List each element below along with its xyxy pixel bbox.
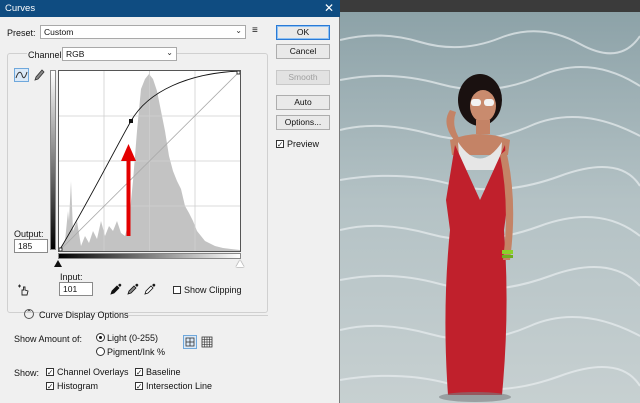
curve-display-options-label: Curve Display Options bbox=[39, 310, 129, 320]
cancel-button[interactable]: Cancel bbox=[276, 44, 330, 59]
channel-value: RGB bbox=[66, 49, 85, 59]
pigment-radio[interactable] bbox=[96, 347, 105, 356]
curve-endpoint-white bbox=[236, 71, 240, 75]
chevron-down-icon: ⌄ bbox=[235, 26, 242, 35]
curve-control-point bbox=[129, 119, 133, 123]
light-radio-label: Light (0-255) bbox=[107, 333, 159, 343]
show-clipping-label: Show Clipping bbox=[184, 285, 242, 295]
photo-canvas bbox=[340, 0, 640, 403]
curve-point-tool-icon[interactable] bbox=[14, 68, 29, 82]
output-label: Output: bbox=[14, 229, 44, 239]
preset-value: Custom bbox=[44, 27, 74, 37]
show-label: Show: bbox=[14, 368, 40, 378]
photo-illustration bbox=[340, 0, 640, 403]
title-bar: Curves ✕ bbox=[0, 0, 340, 17]
black-point-slider[interactable] bbox=[54, 260, 62, 267]
preview-checkbox[interactable]: ✓ bbox=[276, 140, 284, 148]
curve-graph-svg[interactable] bbox=[59, 71, 240, 251]
curves-dialog: Curves ✕ Preset: Custom ⌄ ≡ Channel: RGB… bbox=[0, 0, 340, 403]
input-label: Input: bbox=[60, 272, 83, 282]
window-title: Curves bbox=[5, 3, 36, 14]
top-dark-band bbox=[340, 0, 640, 12]
show-amount-label: Show Amount of: bbox=[14, 334, 83, 344]
intersection-line-checkbox[interactable]: ✓ bbox=[135, 382, 143, 390]
white-point-slider[interactable] bbox=[236, 260, 244, 267]
white-eyedropper-icon[interactable] bbox=[144, 283, 156, 295]
divider bbox=[128, 315, 268, 316]
output-gradient-bar bbox=[50, 70, 56, 250]
preview-label: Preview bbox=[287, 139, 320, 149]
chevron-down-icon: ⌄ bbox=[166, 48, 173, 57]
baseline-checkbox[interactable]: ✓ bbox=[135, 368, 143, 376]
curve-endpoint-black bbox=[59, 247, 63, 251]
pencil-tool-icon[interactable] bbox=[33, 68, 45, 82]
input-gradient-bar bbox=[58, 253, 241, 259]
gray-eyedropper-icon[interactable] bbox=[127, 283, 139, 295]
histogram-checkbox[interactable]: ✓ bbox=[46, 382, 54, 390]
channel-label: Channel: bbox=[27, 50, 66, 60]
preset-dropdown[interactable]: Custom ⌄ bbox=[40, 25, 246, 39]
channel-dropdown[interactable]: RGB ⌄ bbox=[62, 47, 177, 61]
histogram-label: Histogram bbox=[57, 381, 99, 391]
preset-menu-icon[interactable]: ≡ bbox=[252, 25, 258, 36]
show-clipping-checkbox[interactable] bbox=[173, 286, 181, 294]
output-field[interactable]: 185 bbox=[14, 239, 48, 253]
detailed-grid-icon[interactable] bbox=[201, 336, 213, 348]
light-radio[interactable] bbox=[96, 333, 105, 342]
channel-overlays-checkbox[interactable]: ✓ bbox=[46, 368, 54, 376]
curve-graph[interactable] bbox=[58, 70, 241, 252]
close-icon[interactable]: ✕ bbox=[324, 0, 334, 17]
preset-label: Preset: bbox=[7, 28, 36, 38]
baseline-label: Baseline bbox=[146, 367, 181, 377]
black-eyedropper-icon[interactable] bbox=[110, 283, 122, 295]
ok-button[interactable]: OK bbox=[276, 25, 330, 40]
smooth-button[interactable]: Smooth bbox=[276, 70, 330, 85]
collapse-toggle-icon[interactable]: ⌃ bbox=[24, 309, 34, 319]
options-button[interactable]: Options... bbox=[276, 115, 330, 130]
input-field[interactable]: 101 bbox=[59, 282, 93, 296]
pigment-radio-label: Pigment/Ink % bbox=[107, 347, 166, 357]
auto-button[interactable]: Auto bbox=[276, 95, 330, 110]
simple-grid-icon[interactable] bbox=[183, 335, 197, 349]
hand-adjust-icon[interactable] bbox=[16, 284, 30, 297]
channel-overlays-label: Channel Overlays bbox=[57, 367, 129, 377]
intersection-line-label: Intersection Line bbox=[146, 381, 213, 391]
